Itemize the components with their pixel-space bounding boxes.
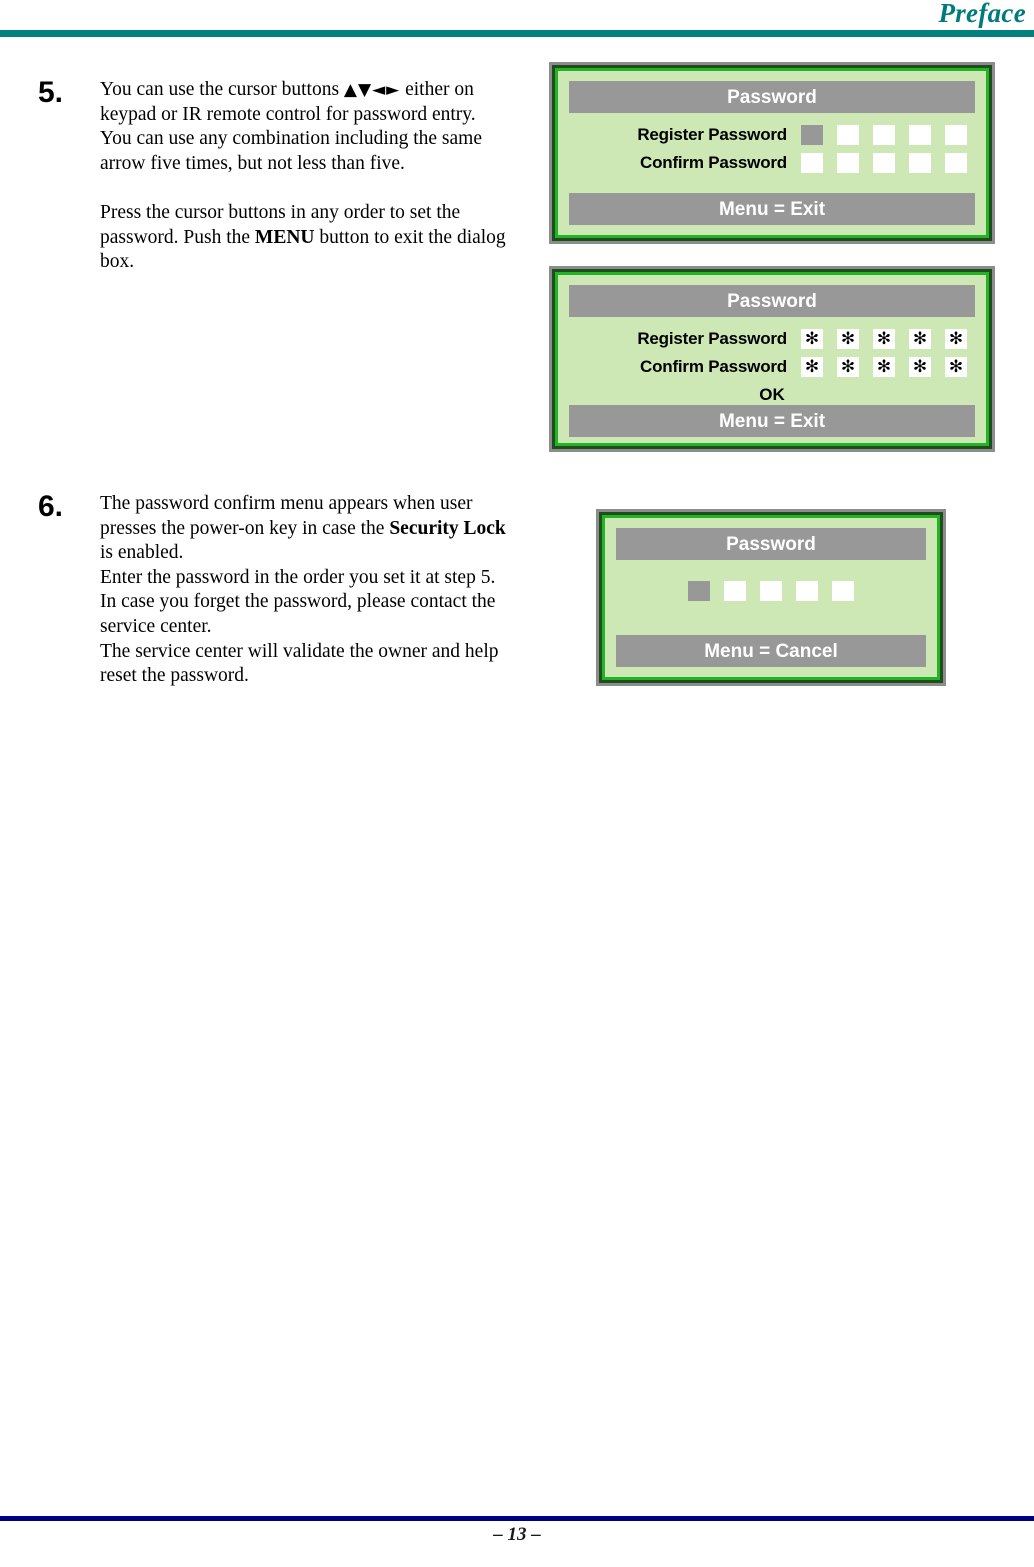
header-divider-rule [0,30,1034,37]
step-6-line-3: Enter the password in the order you set … [100,566,496,637]
password-box[interactable] [945,125,967,145]
password-box[interactable] [873,153,895,173]
password-box-filled[interactable]: ✻ [873,357,895,377]
step-body-5: You can use the cursor buttons ▲▼◄► eith… [100,78,508,275]
password-box[interactable] [945,153,967,173]
osd-boxes-password-prompt[interactable] [688,580,854,601]
osd-footer-bar-powerlock[interactable]: Menu = Cancel [616,635,926,667]
password-box[interactable] [909,125,931,145]
password-box-filled[interactable]: ✻ [873,329,895,349]
osd-label-confirm-password: Confirm Password [640,153,787,172]
page-number: – 13 – [493,1524,541,1545]
osd-border-dark-green: Password Register Password Confirm Passw… [552,65,992,241]
osd-row-confirm-password[interactable]: Confirm Password ✻ ✻ ✻ ✻ ✻ [569,353,975,381]
step-6-line-4: The service center will validate the own… [100,640,499,687]
osd-title-bar-confirmed: Password [569,285,975,317]
password-box[interactable] [801,153,823,173]
step-5-paragraph-1: You can use the cursor buttons ▲▼◄► eith… [100,78,508,176]
step-6-line-2: is enabled. [100,542,184,564]
password-box-filled[interactable]: ✻ [945,357,967,377]
password-box-filled[interactable]: ✻ [909,357,931,377]
osd-password-entry-row[interactable] [616,560,926,635]
password-box[interactable] [760,580,782,601]
password-box-filled[interactable]: ✻ [945,329,967,349]
osd-dialog-password-prompt: Password Menu = Cancel [596,509,946,686]
step-body-6: The password confirm menu appears when u… [100,492,508,689]
osd-border-bright-green: Password Menu = Cancel [602,515,940,680]
osd-content-register: Password Register Password Confirm Passw… [558,71,986,235]
osd-boxes-register-password[interactable]: ✻ ✻ ✻ ✻ ✻ [801,329,967,349]
step-5-paragraph-2: Press the cursor buttons in any order to… [100,201,508,275]
osd-label-register-password: Register Password [637,125,787,144]
menu-button-term: MENU [254,226,315,248]
osd-title-bar-register: Password [569,81,975,113]
password-box[interactable] [909,153,931,173]
password-box[interactable] [796,580,818,601]
password-box[interactable] [688,580,710,601]
osd-row-register-password[interactable]: Register Password [569,121,975,149]
osd-boxes-register-password[interactable] [801,125,967,145]
step-number-6: 6. [38,490,64,523]
osd-label-register-password: Register Password [637,329,787,348]
password-box-filled[interactable]: ✻ [837,329,859,349]
osd-ok-label[interactable]: OK [569,385,975,405]
password-box-filled[interactable]: ✻ [837,357,859,377]
password-box[interactable] [837,125,859,145]
osd-border-bright-green: Password Register Password ✻ ✻ ✻ ✻ ✻ Con… [555,272,989,446]
password-box[interactable] [801,125,823,145]
security-lock-term: Security Lock [389,517,506,539]
step-item-5: 5. You can use the cursor buttons ▲▼◄► e… [38,78,508,275]
cursor-arrow-icons: ▲▼◄► [343,80,401,100]
password-box[interactable] [873,125,895,145]
password-box[interactable] [724,580,746,601]
osd-content-powerlock: Password Menu = Cancel [605,518,937,677]
osd-dialog-register-password: Password Register Password Confirm Passw… [549,62,995,244]
password-box[interactable] [832,580,854,601]
footer-divider-rule [0,1516,1034,1521]
page-header: Preface [0,0,1034,40]
step-6-paragraph: The password confirm menu appears when u… [100,492,508,689]
step-number-5: 5. [38,76,64,109]
password-box[interactable] [837,153,859,173]
page-footer: – 13 – [0,1507,1034,1567]
step-item-6: 6. The password confirm menu appears whe… [38,492,508,689]
osd-boxes-confirm-password[interactable]: ✻ ✻ ✻ ✻ ✻ [801,357,967,377]
osd-spacer [569,177,975,193]
osd-border-dark-green: Password Register Password ✻ ✻ ✻ ✻ ✻ Con… [552,269,992,449]
osd-footer-bar-confirmed[interactable]: Menu = Exit [569,405,975,437]
password-box-filled[interactable]: ✻ [801,329,823,349]
osd-row-register-password[interactable]: Register Password ✻ ✻ ✻ ✻ ✻ [569,325,975,353]
osd-dialog-password-confirmed: Password Register Password ✻ ✻ ✻ ✻ ✻ Con… [549,266,995,452]
osd-content-confirmed: Password Register Password ✻ ✻ ✻ ✻ ✻ Con… [558,275,986,443]
password-box-filled[interactable]: ✻ [801,357,823,377]
step-5-text-pre: You can use the cursor buttons [100,79,344,100]
osd-row-confirm-password[interactable]: Confirm Password [569,149,975,177]
osd-footer-bar-register[interactable]: Menu = Exit [569,193,975,225]
osd-border-bright-green: Password Register Password Confirm Passw… [555,68,989,238]
page-header-title: Preface [938,0,1026,28]
osd-rows-confirmed: Register Password ✻ ✻ ✻ ✻ ✻ Confirm Pass… [569,317,975,405]
osd-border-dark-green: Password Menu = Cancel [599,512,943,683]
osd-label-confirm-password: Confirm Password [640,357,787,376]
password-box-filled[interactable]: ✻ [909,329,931,349]
osd-rows-register: Register Password Confirm Password [569,113,975,193]
osd-boxes-confirm-password[interactable] [801,153,967,173]
osd-title-bar-powerlock: Password [616,528,926,560]
